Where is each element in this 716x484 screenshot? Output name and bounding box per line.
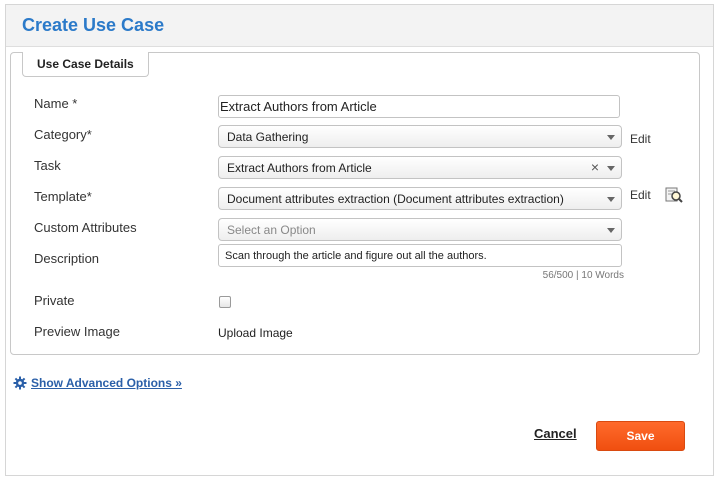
cancel-button[interactable]: Cancel xyxy=(534,426,577,441)
show-advanced-options-link[interactable]: Show Advanced Options » xyxy=(31,376,182,390)
description-label: Description xyxy=(34,251,100,266)
private-checkbox[interactable] xyxy=(219,296,231,308)
category-select-value: Data Gathering xyxy=(227,130,309,144)
clear-icon[interactable]: × xyxy=(591,159,599,175)
description-counter: 56/500 | 10 Words xyxy=(542,270,624,281)
arrow-down-icon xyxy=(607,166,615,171)
task-select[interactable]: Extract Authors from Article × xyxy=(218,156,622,179)
dialog-header: Create Use Case xyxy=(6,5,713,47)
arrow-down-icon xyxy=(607,197,615,202)
category-select[interactable]: Data Gathering xyxy=(218,125,622,148)
custom-attributes-select[interactable]: Select an Option xyxy=(218,218,622,241)
gear-icon xyxy=(13,376,27,390)
dialog-title: Create Use Case xyxy=(22,15,165,35)
save-button[interactable]: Save xyxy=(596,421,685,451)
name-label: Name * xyxy=(34,96,78,111)
template-select-value: Document attributes extraction (Document… xyxy=(227,192,564,206)
advanced-options-toggle[interactable]: Show Advanced Options » xyxy=(13,376,182,390)
private-label: Private xyxy=(34,293,75,308)
preview-magnifier-icon[interactable] xyxy=(665,186,683,204)
description-field[interactable]: Scan through the article and figure out … xyxy=(218,244,622,267)
task-select-value: Extract Authors from Article xyxy=(227,161,372,175)
custom-attributes-placeholder: Select an Option xyxy=(227,223,316,237)
arrow-down-icon xyxy=(607,135,615,140)
template-label: Template* xyxy=(34,189,92,204)
upload-image-link[interactable]: Upload Image xyxy=(218,326,293,340)
custom-attributes-label: Custom Attributes xyxy=(34,220,137,235)
task-label: Task xyxy=(34,158,61,173)
arrow-down-icon xyxy=(607,228,615,233)
template-edit-link[interactable]: Edit xyxy=(630,188,651,202)
use-case-details-fieldset: Use Case Details Name * Extract Authors … xyxy=(10,52,700,355)
category-edit-link[interactable]: Edit xyxy=(630,132,651,146)
preview-image-label: Preview Image xyxy=(34,324,120,339)
section-tab-use-case-details: Use Case Details xyxy=(22,52,149,77)
template-select[interactable]: Document attributes extraction (Document… xyxy=(218,187,622,210)
category-label: Category* xyxy=(34,127,92,142)
name-field[interactable]: Extract Authors from Article xyxy=(218,95,620,118)
